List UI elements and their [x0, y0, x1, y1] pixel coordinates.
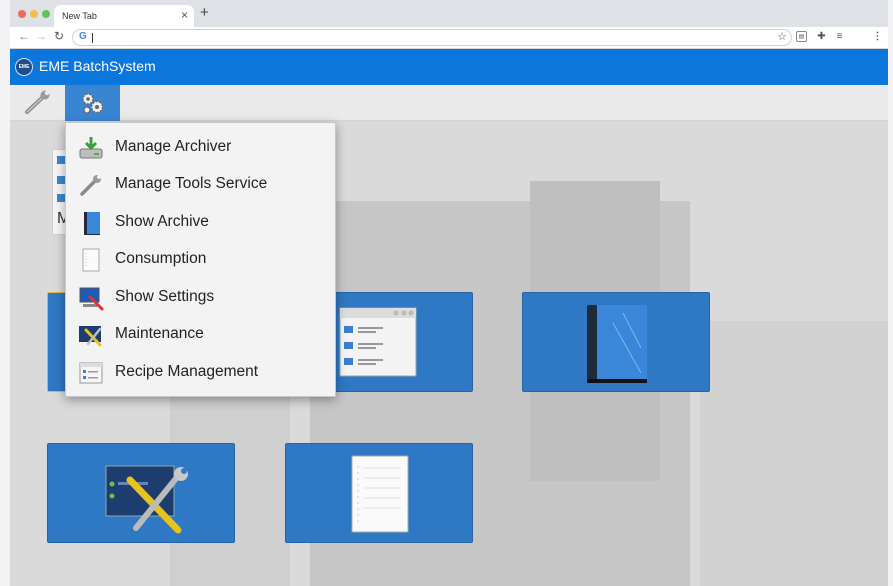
forward-arrow-icon[interactable]: →: [35, 29, 47, 43]
menu-item-label: Manage Archiver: [115, 138, 232, 155]
browser-toolbar: ← → ↻ G ☆ ▤ ✚ ≡ ⋮: [10, 27, 888, 49]
menu-item-recipe-management[interactable]: Recipe Management: [66, 354, 335, 391]
text-cursor: [92, 33, 93, 43]
browser-window: New Tab × + ← → ↻ G ☆ ▤ ✚ ≡ ⋮ EME EME Ba…: [10, 0, 888, 586]
background-machine-image: [700, 321, 888, 586]
list-bullet-icon: [57, 176, 65, 184]
browser-tab[interactable]: New Tab ×: [54, 5, 194, 27]
back-arrow-icon[interactable]: ←: [18, 29, 30, 43]
app-title: EME BatchSystem: [39, 58, 156, 74]
maintenance-tile[interactable]: [47, 443, 235, 543]
tab-title: New Tab: [62, 11, 97, 21]
menu-item-manage-archiver[interactable]: Manage Archiver: [66, 129, 335, 166]
menu-item-label: Show Archive: [115, 213, 209, 230]
menu-item-manage-tools-service[interactable]: Manage Tools Service: [66, 166, 335, 203]
maintenance-icon: [105, 465, 188, 534]
menu-item-label: Consumption: [115, 250, 207, 267]
new-tab-button[interactable]: +: [200, 4, 209, 21]
minimize-window-icon[interactable]: [30, 10, 38, 18]
maximize-window-icon[interactable]: [42, 10, 50, 18]
settings-dropdown-menu: Manage Archiver Manage Tools Service Sho…: [65, 122, 336, 397]
settings-monitor-icon: [79, 287, 104, 311]
app-toolbar: [10, 85, 888, 121]
google-icon: G: [79, 31, 87, 42]
reload-icon[interactable]: ↻: [54, 29, 64, 43]
puzzle-extensions-icon[interactable]: ✚: [816, 31, 827, 42]
browser-menu-icon[interactable]: ⋮: [872, 31, 883, 42]
menu-item-maintenance[interactable]: Maintenance: [66, 316, 335, 353]
book-icon: [84, 212, 100, 235]
wrench-icon: [25, 90, 50, 114]
gears-icon: [82, 93, 104, 114]
settings-menu-button[interactable]: [65, 85, 120, 121]
menu-item-label: Recipe Management: [115, 363, 259, 380]
menu-item-consumption[interactable]: Consumption: [66, 241, 335, 278]
archive-drive-icon: [79, 137, 103, 159]
tab-close-icon[interactable]: ×: [181, 8, 188, 22]
list-bullet-icon: [57, 194, 65, 202]
menu-item-show-settings[interactable]: Show Settings: [66, 279, 335, 316]
bookmark-star-icon[interactable]: ☆: [777, 30, 787, 43]
eme-logo: EME: [15, 58, 33, 76]
recipe-list-icon: [79, 362, 103, 384]
menu-item-label: Maintenance: [115, 325, 204, 342]
tools-button[interactable]: [10, 85, 65, 121]
browser-tab-bar: New Tab × +: [10, 0, 888, 27]
app-header: EME EME BatchSystem: [10, 49, 888, 85]
reading-list-icon[interactable]: ≡: [834, 31, 845, 42]
book-icon: [587, 305, 647, 383]
show-archive-tile[interactable]: [522, 292, 710, 392]
document-icon: [82, 248, 100, 272]
extension-icon[interactable]: ▤: [796, 31, 807, 42]
wrench-icon: [80, 175, 101, 196]
list-bullet-icon: [57, 156, 65, 164]
menu-item-label: Manage Tools Service: [115, 175, 268, 192]
document-icon: [351, 455, 409, 533]
menu-item-label: Show Settings: [115, 288, 215, 305]
consumption-tile[interactable]: [285, 443, 473, 543]
address-bar[interactable]: G ☆: [72, 29, 792, 46]
maintenance-icon: [79, 326, 102, 347]
close-window-icon[interactable]: [18, 10, 26, 18]
menu-item-show-archive[interactable]: Show Archive: [66, 204, 335, 241]
